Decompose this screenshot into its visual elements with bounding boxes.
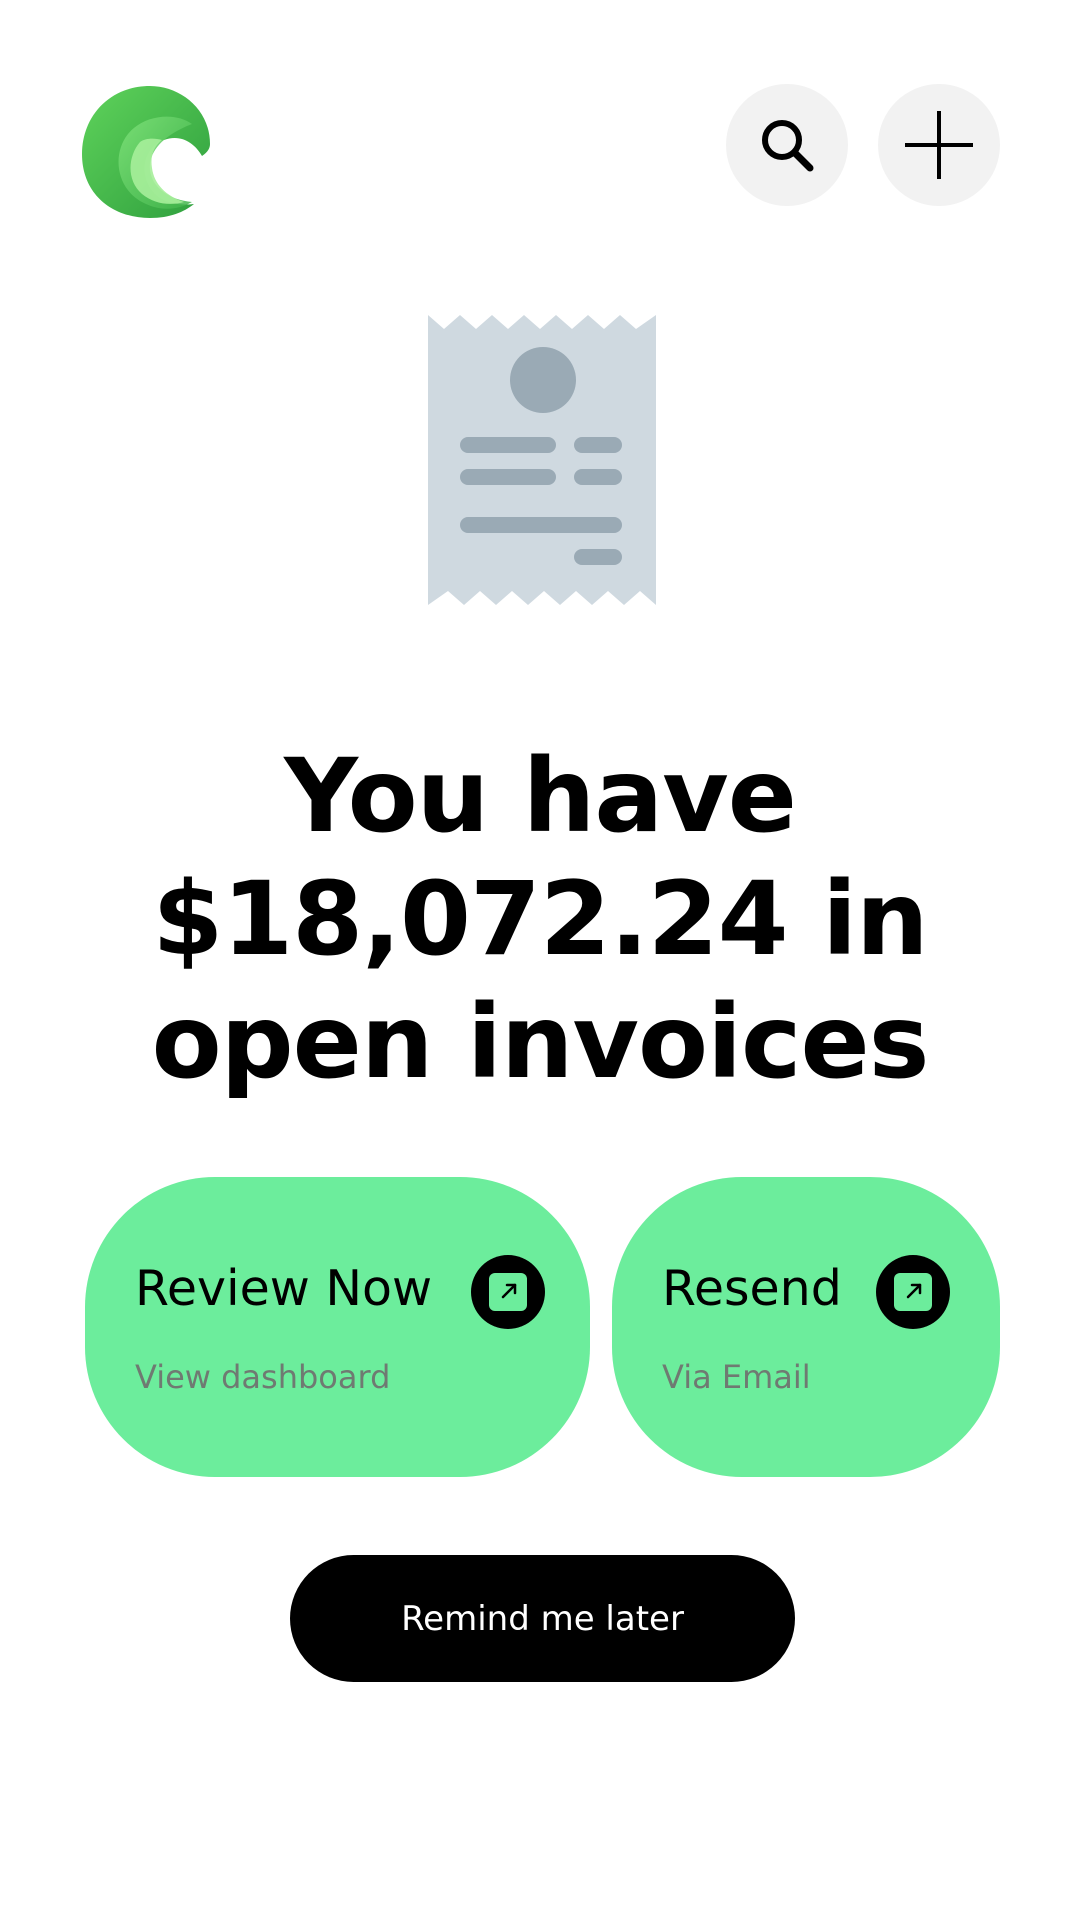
search-icon [762, 120, 814, 172]
wave-logo-icon [82, 86, 210, 218]
resend-subtitle: Via Email [662, 1358, 811, 1396]
open-invoices-headline: You have $18,072.24 in open invoices [60, 735, 1020, 1104]
headline-line-3: open invoices [151, 983, 930, 1102]
app-logo [80, 84, 216, 220]
external-arrow-icon [489, 1273, 527, 1311]
headline-line-2: $18,072.24 in [152, 860, 928, 979]
receipt-illustration [428, 315, 656, 605]
add-button[interactable] [878, 84, 1000, 206]
headline-line-1: You have [284, 737, 797, 856]
review-now-title: Review Now [135, 1260, 433, 1317]
resend-card[interactable]: Resend Via Email [612, 1177, 1000, 1477]
review-now-subtitle: View dashboard [135, 1358, 391, 1396]
search-button[interactable] [726, 84, 848, 206]
remind-me-later-button[interactable]: Remind me later [290, 1555, 795, 1682]
resend-title: Resend [662, 1260, 842, 1317]
external-arrow-icon [894, 1273, 932, 1311]
receipt-icon [428, 315, 656, 605]
plus-icon [905, 111, 973, 179]
review-now-card[interactable]: Review Now View dashboard [85, 1177, 590, 1477]
review-now-arrow-button[interactable] [471, 1255, 545, 1329]
resend-arrow-button[interactable] [876, 1255, 950, 1329]
